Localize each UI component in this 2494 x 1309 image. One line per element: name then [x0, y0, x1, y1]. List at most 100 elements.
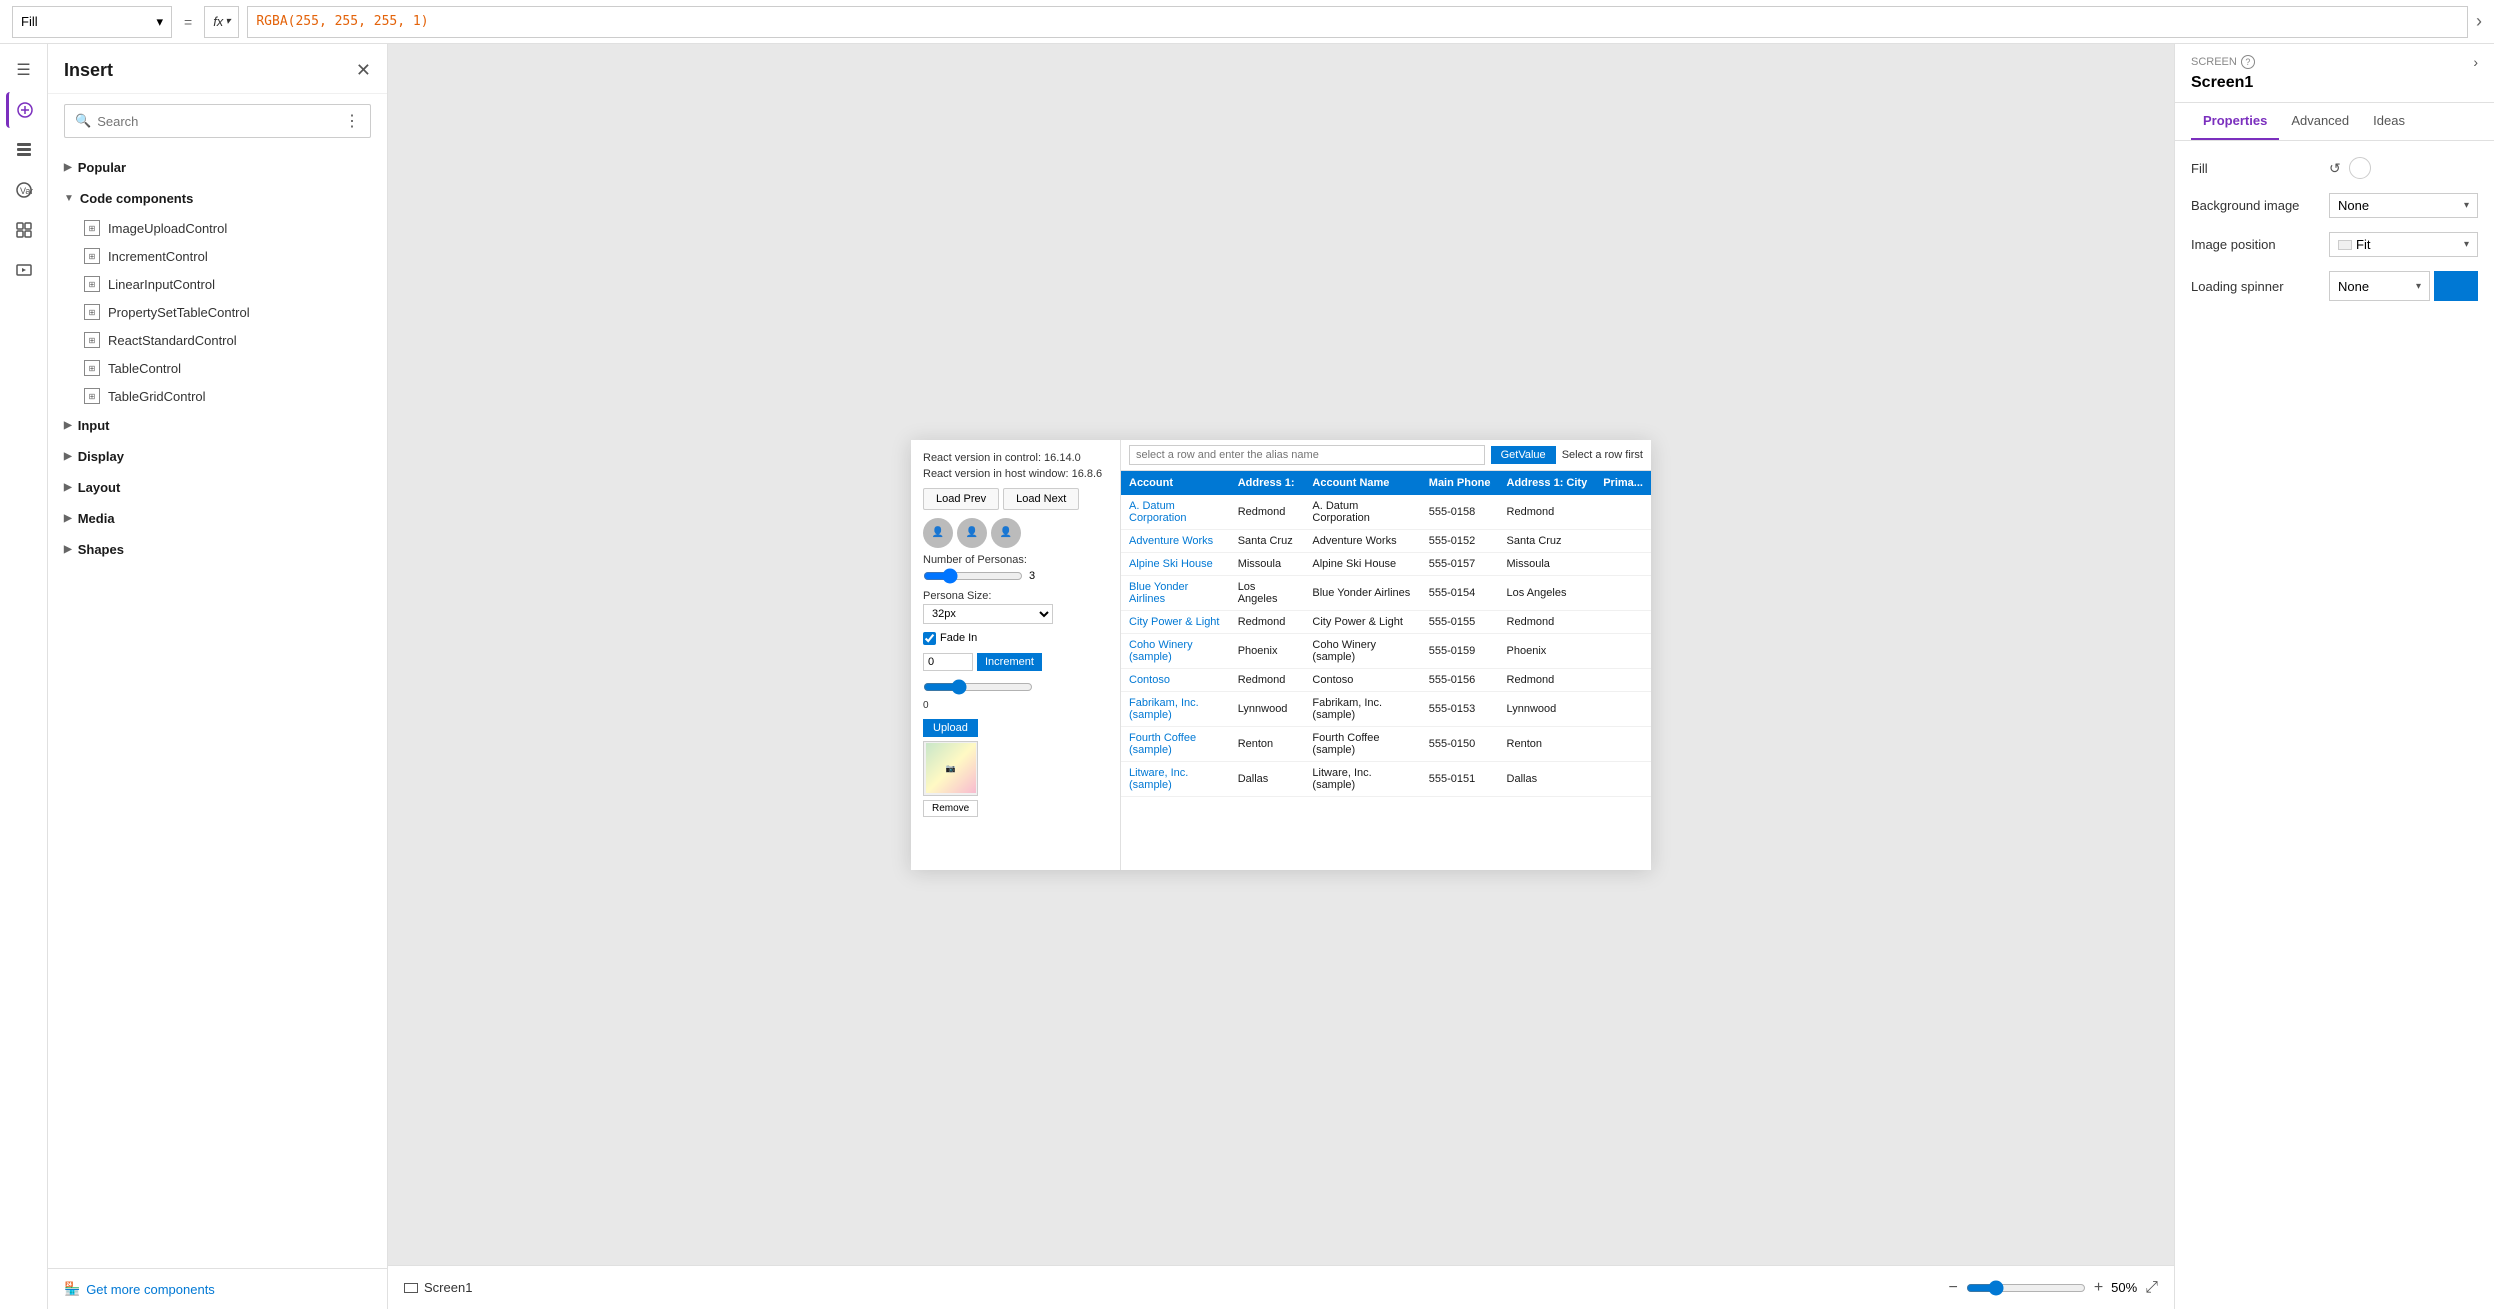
fade-in-row: Fade In	[923, 632, 1108, 645]
formula-bar[interactable]: RGBA(255, 255, 255, 1)	[247, 6, 2468, 38]
cell-phone: 555-0159	[1421, 633, 1499, 668]
persona-size-select[interactable]: 32px	[923, 604, 1053, 624]
upload-button[interactable]: Upload	[923, 719, 978, 737]
section-media-label: Media	[78, 511, 115, 526]
tab-properties[interactable]: Properties	[2191, 103, 2279, 140]
canvas-area: React version in control: 16.14.0 React …	[388, 44, 2174, 1265]
section-popular[interactable]: ▶ Popular	[48, 152, 387, 183]
table-row[interactable]: A. Datum Corporation Redmond A. Datum Co…	[1121, 495, 1651, 530]
section-input[interactable]: ▶ Input	[48, 410, 387, 441]
item-icon-tablegrid: ⊞	[84, 388, 100, 404]
image-position-dropdown[interactable]: Fit ▾	[2329, 232, 2478, 257]
chevron-popular-icon: ▶	[64, 162, 72, 173]
col-phone: Main Phone	[1421, 471, 1499, 495]
fill-color-swatch[interactable]	[2349, 157, 2371, 179]
cell-address: Santa Cruz	[1230, 529, 1305, 552]
table-row[interactable]: Blue Yonder Airlines Los Angeles Blue Yo…	[1121, 575, 1651, 610]
fade-in-checkbox[interactable]	[923, 632, 936, 645]
table-row[interactable]: Contoso Redmond Contoso 555-0156 Redmond	[1121, 668, 1651, 691]
item-icon-propertyset: ⊞	[84, 304, 100, 320]
sidebar-icon-data[interactable]	[6, 132, 42, 168]
zoom-out-button[interactable]: −	[1948, 1279, 1957, 1297]
sidebar-icon-variables[interactable]: Var	[6, 172, 42, 208]
section-code-components[interactable]: ▼ Code components	[48, 183, 387, 214]
nav-buttons: Load Prev Load Next	[923, 488, 1108, 510]
cell-account: Contoso	[1121, 668, 1230, 691]
get-more-components[interactable]: 🏪 Get more components	[48, 1268, 387, 1309]
bottom-bar: Screen1 − + 50% ⤢	[388, 1265, 2174, 1309]
load-prev-button[interactable]: Load Prev	[923, 488, 999, 510]
section-display[interactable]: ▶ Display	[48, 441, 387, 472]
sidebar-icon-insert[interactable]	[6, 92, 42, 128]
personas-slider[interactable]	[923, 568, 1023, 584]
alias-input[interactable]	[1129, 445, 1485, 465]
list-item[interactable]: ⊞ PropertySetTableControl	[48, 298, 387, 326]
table-row[interactable]: Fabrikam, Inc. (sample) Lynnwood Fabrika…	[1121, 691, 1651, 726]
image-position-chevron-icon: ▾	[2464, 239, 2469, 250]
cell-address: Redmond	[1230, 495, 1305, 530]
bg-image-dropdown[interactable]: None ▾	[2329, 193, 2478, 218]
expand-button[interactable]: ⤢	[2145, 1279, 2158, 1297]
cell-account-name: Litware, Inc. (sample)	[1304, 761, 1420, 796]
tab-advanced[interactable]: Advanced	[2279, 103, 2361, 140]
zoom-in-button[interactable]: +	[2094, 1279, 2103, 1297]
loading-spinner-dropdown[interactable]: None ▾	[2329, 271, 2430, 301]
help-icon[interactable]: ?	[2241, 55, 2255, 69]
section-media[interactable]: ▶ Media	[48, 503, 387, 534]
get-value-button[interactable]: GetValue	[1491, 446, 1556, 464]
list-item[interactable]: ⊞ ImageUploadControl	[48, 214, 387, 242]
section-popular-label: Popular	[78, 160, 126, 175]
list-item[interactable]: ⊞ TableControl	[48, 354, 387, 382]
cell-phone: 555-0153	[1421, 691, 1499, 726]
table-row[interactable]: Litware, Inc. (sample) Dallas Litware, I…	[1121, 761, 1651, 796]
sidebar-icon-media[interactable]	[6, 252, 42, 288]
screen1-title: Screen1	[2175, 70, 2494, 103]
section-shapes[interactable]: ▶ Shapes	[48, 534, 387, 565]
fill-dropdown[interactable]: Fill ▾	[12, 6, 172, 38]
topbar-collapse-icon[interactable]: ›	[2476, 11, 2482, 32]
load-next-button[interactable]: Load Next	[1003, 488, 1079, 510]
table-row[interactable]: Fourth Coffee (sample) Renton Fourth Cof…	[1121, 726, 1651, 761]
react-version-host: React version in host window: 16.8.6	[923, 468, 1108, 480]
menu-dots-button[interactable]: ⋮	[344, 111, 360, 131]
cell-phone: 555-0150	[1421, 726, 1499, 761]
cell-city: Redmond	[1499, 610, 1596, 633]
search-input[interactable]	[97, 114, 338, 129]
table-row[interactable]: City Power & Light Redmond City Power & …	[1121, 610, 1651, 633]
sidebar-icon-menu[interactable]: ☰	[6, 52, 42, 88]
components-list: ▶ Popular ▼ Code components ⊞ ImageUploa…	[48, 148, 387, 1268]
col-primary: Prima...	[1595, 471, 1651, 495]
list-item[interactable]: ⊞ IncrementControl	[48, 242, 387, 270]
refresh-icon[interactable]: ↺	[2329, 160, 2341, 177]
fx-button[interactable]: fx ▾	[204, 6, 239, 38]
loading-spinner-color-btn[interactable]	[2434, 271, 2478, 301]
increment-input[interactable]	[923, 653, 973, 671]
select-row-text: Select a row first	[1562, 449, 1643, 461]
right-panel-header: SCREEN ? ›	[2175, 44, 2494, 70]
table-row[interactable]: Coho Winery (sample) Phoenix Coho Winery…	[1121, 633, 1651, 668]
main-layout: ☰ Var Insert ✕ 🔍 ⋮	[0, 44, 2494, 1309]
sidebar-icon-components[interactable]	[6, 212, 42, 248]
list-item[interactable]: ⊞ TableGridControl	[48, 382, 387, 410]
section-layout[interactable]: ▶ Layout	[48, 472, 387, 503]
fill-prop-row: Fill ↺	[2191, 157, 2478, 179]
linear-input-slider[interactable]	[923, 679, 1033, 695]
table-row[interactable]: Adventure Works Santa Cruz Adventure Wor…	[1121, 529, 1651, 552]
list-item[interactable]: ⊞ LinearInputControl	[48, 270, 387, 298]
cell-primary	[1595, 691, 1651, 726]
close-insert-button[interactable]: ✕	[356, 60, 371, 81]
fade-in-label: Fade In	[940, 632, 977, 644]
chevron-display-icon: ▶	[64, 451, 72, 462]
zoom-slider[interactable]	[1966, 1280, 2086, 1296]
table-row[interactable]: Alpine Ski House Missoula Alpine Ski Hou…	[1121, 552, 1651, 575]
cell-city: Santa Cruz	[1499, 529, 1596, 552]
list-item[interactable]: ⊞ ReactStandardControl	[48, 326, 387, 354]
increment-button[interactable]: Increment	[977, 653, 1042, 671]
tab-ideas[interactable]: Ideas	[2361, 103, 2417, 140]
increment-row: Increment	[923, 653, 1108, 671]
cell-account-name: Contoso	[1304, 668, 1420, 691]
panel-chevron-icon[interactable]: ›	[2473, 54, 2478, 70]
cell-city: Dallas	[1499, 761, 1596, 796]
item-icon-imageupload: ⊞	[84, 220, 100, 236]
remove-button[interactable]: Remove	[923, 800, 978, 817]
